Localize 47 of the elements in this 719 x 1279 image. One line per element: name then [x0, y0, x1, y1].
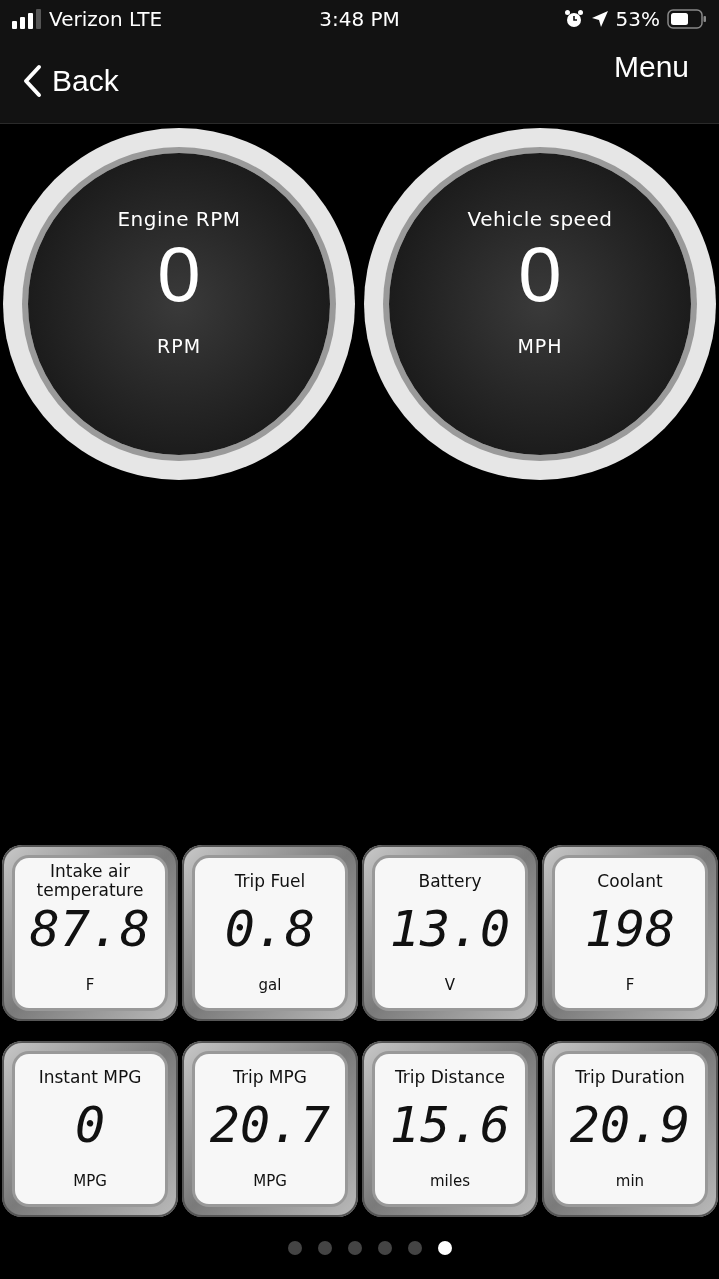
signal-icon [12, 9, 42, 29]
tile-unit: V [444, 976, 456, 994]
tile-title: Coolant [597, 869, 663, 893]
gauge-unit: RPM [156, 335, 202, 357]
tile-unit: min [615, 1172, 645, 1190]
gauge-value: 0 [157, 235, 201, 313]
tile-unit: F [85, 976, 95, 994]
tile-value: 0.8 [224, 904, 316, 954]
tile-title: Trip Distance [394, 1065, 506, 1089]
tile-value: 198 [584, 904, 676, 954]
tile-unit: gal [258, 976, 282, 994]
gauge-unit: MPH [517, 335, 563, 357]
battery-icon [667, 9, 707, 29]
tile-title: Instant MPG [38, 1065, 142, 1089]
gauge-title: Engine RPM [117, 207, 241, 231]
tile-value: 0 [74, 1100, 106, 1150]
tile-value: 20.9 [569, 1100, 691, 1150]
back-label: Back [52, 64, 119, 98]
tile-title: Intake air temperature [35, 860, 145, 902]
page-dot[interactable] [287, 1241, 302, 1255]
page-dot[interactable] [377, 1241, 392, 1255]
carrier-label: Verizon LTE [49, 7, 163, 31]
location-arrow-icon [590, 10, 609, 28]
alarm-clock-icon [563, 9, 584, 29]
back-button[interactable]: Back [22, 64, 119, 98]
tile-unit: F [625, 976, 635, 994]
tile-title: Trip Fuel [234, 869, 306, 893]
tile-unit: MPG [253, 1172, 287, 1190]
tile-value: 15.6 [389, 1100, 511, 1150]
gauge-title: Vehicle speed [467, 207, 613, 231]
tile-unit: miles [430, 1172, 470, 1190]
page-dot[interactable] [347, 1241, 362, 1255]
page-dot[interactable] [317, 1241, 332, 1255]
gauge-value: 0 [518, 235, 562, 313]
tile-unit: MPG [73, 1172, 107, 1190]
status-time: 3:48 PM [319, 7, 400, 31]
battery-percent: 53% [615, 7, 660, 31]
page-dot[interactable] [437, 1241, 452, 1255]
menu-button[interactable]: Menu [613, 50, 689, 84]
tile-value: 13.0 [389, 904, 511, 954]
tile-value: 20.7 [209, 1100, 331, 1150]
tile-title: Trip Duration [575, 1065, 685, 1089]
tile-value: 87.8 [29, 904, 151, 954]
tile-title: Battery [418, 869, 482, 893]
chevron-left-icon [22, 64, 42, 98]
tile-title: Trip MPG [233, 1065, 307, 1089]
page-dot[interactable] [407, 1241, 422, 1255]
